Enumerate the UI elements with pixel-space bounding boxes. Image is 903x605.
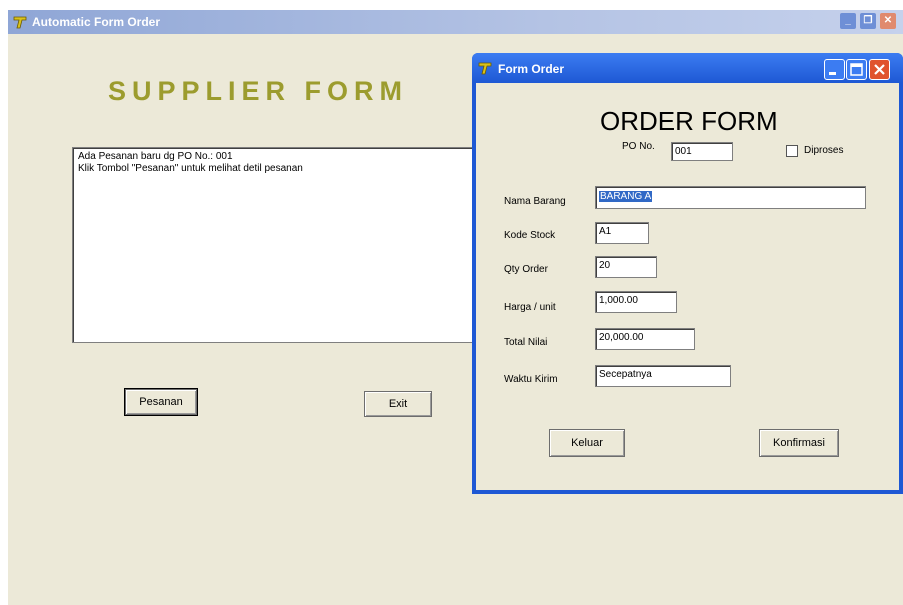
main-window-title: Automatic Form Order — [32, 15, 161, 29]
qty-order-label: Qty Order — [504, 264, 548, 275]
dialog-title: Form Order — [498, 62, 565, 76]
memo-line: Ada Pesanan baru dg PO No.: 001 — [78, 151, 233, 162]
dialog-title-bar[interactable]: Form Order — [472, 53, 903, 83]
po-number-label: PO No. — [622, 141, 655, 152]
pesanan-button[interactable]: Pesanan — [124, 388, 198, 416]
app-logo-icon — [13, 15, 27, 29]
total-nilai-input[interactable]: 20,000.00 — [595, 328, 695, 350]
close-icon[interactable]: ✕ — [880, 13, 896, 29]
waktu-kirim-label: Waktu Kirim — [504, 374, 558, 385]
nama-barang-label: Nama Barang — [504, 196, 566, 207]
maximize-icon[interactable] — [846, 59, 867, 80]
main-title-bar[interactable]: Automatic Form Order _ ❐ ✕ — [8, 10, 903, 34]
close-icon[interactable] — [869, 59, 890, 80]
diproses-checkbox[interactable] — [786, 145, 798, 157]
dialog-body: ORDER FORM PO No. 001 Diproses Nama Bara… — [476, 83, 899, 490]
kode-stock-label: Kode Stock — [504, 230, 556, 241]
kode-stock-input[interactable]: A1 — [595, 222, 649, 244]
waktu-kirim-input[interactable]: Secepatnya — [595, 365, 731, 387]
order-form-dialog: Form Order ORDER FORM PO No. 001 Diprose… — [472, 53, 903, 494]
diproses-label: Diproses — [804, 145, 844, 156]
total-nilai-label: Total Nilai — [504, 337, 548, 348]
supplier-form-heading: SUPPLIER FORM — [108, 76, 409, 106]
minimize-icon[interactable]: _ — [840, 13, 856, 29]
qty-order-input[interactable]: 20 — [595, 256, 657, 278]
app-logo-icon — [478, 61, 492, 75]
harga-unit-label: Harga / unit — [504, 302, 556, 313]
notification-memo[interactable]: Ada Pesanan baru dg PO No.: 001 Klik Tom… — [72, 147, 492, 343]
harga-unit-input[interactable]: 1,000.00 — [595, 291, 677, 313]
keluar-button[interactable]: Keluar — [549, 429, 625, 457]
nama-barang-value: BARANG A — [599, 191, 653, 202]
exit-button[interactable]: Exit — [364, 391, 432, 417]
memo-line: Klik Tombol "Pesanan" untuk melihat deti… — [78, 163, 303, 174]
minimize-icon[interactable] — [824, 59, 845, 80]
nama-barang-input[interactable]: BARANG A — [595, 186, 866, 209]
restore-icon[interactable]: ❐ — [860, 13, 876, 29]
order-form-heading: ORDER FORM — [600, 106, 778, 136]
po-number-input[interactable]: 001 — [671, 142, 733, 161]
konfirmasi-button[interactable]: Konfirmasi — [759, 429, 839, 457]
